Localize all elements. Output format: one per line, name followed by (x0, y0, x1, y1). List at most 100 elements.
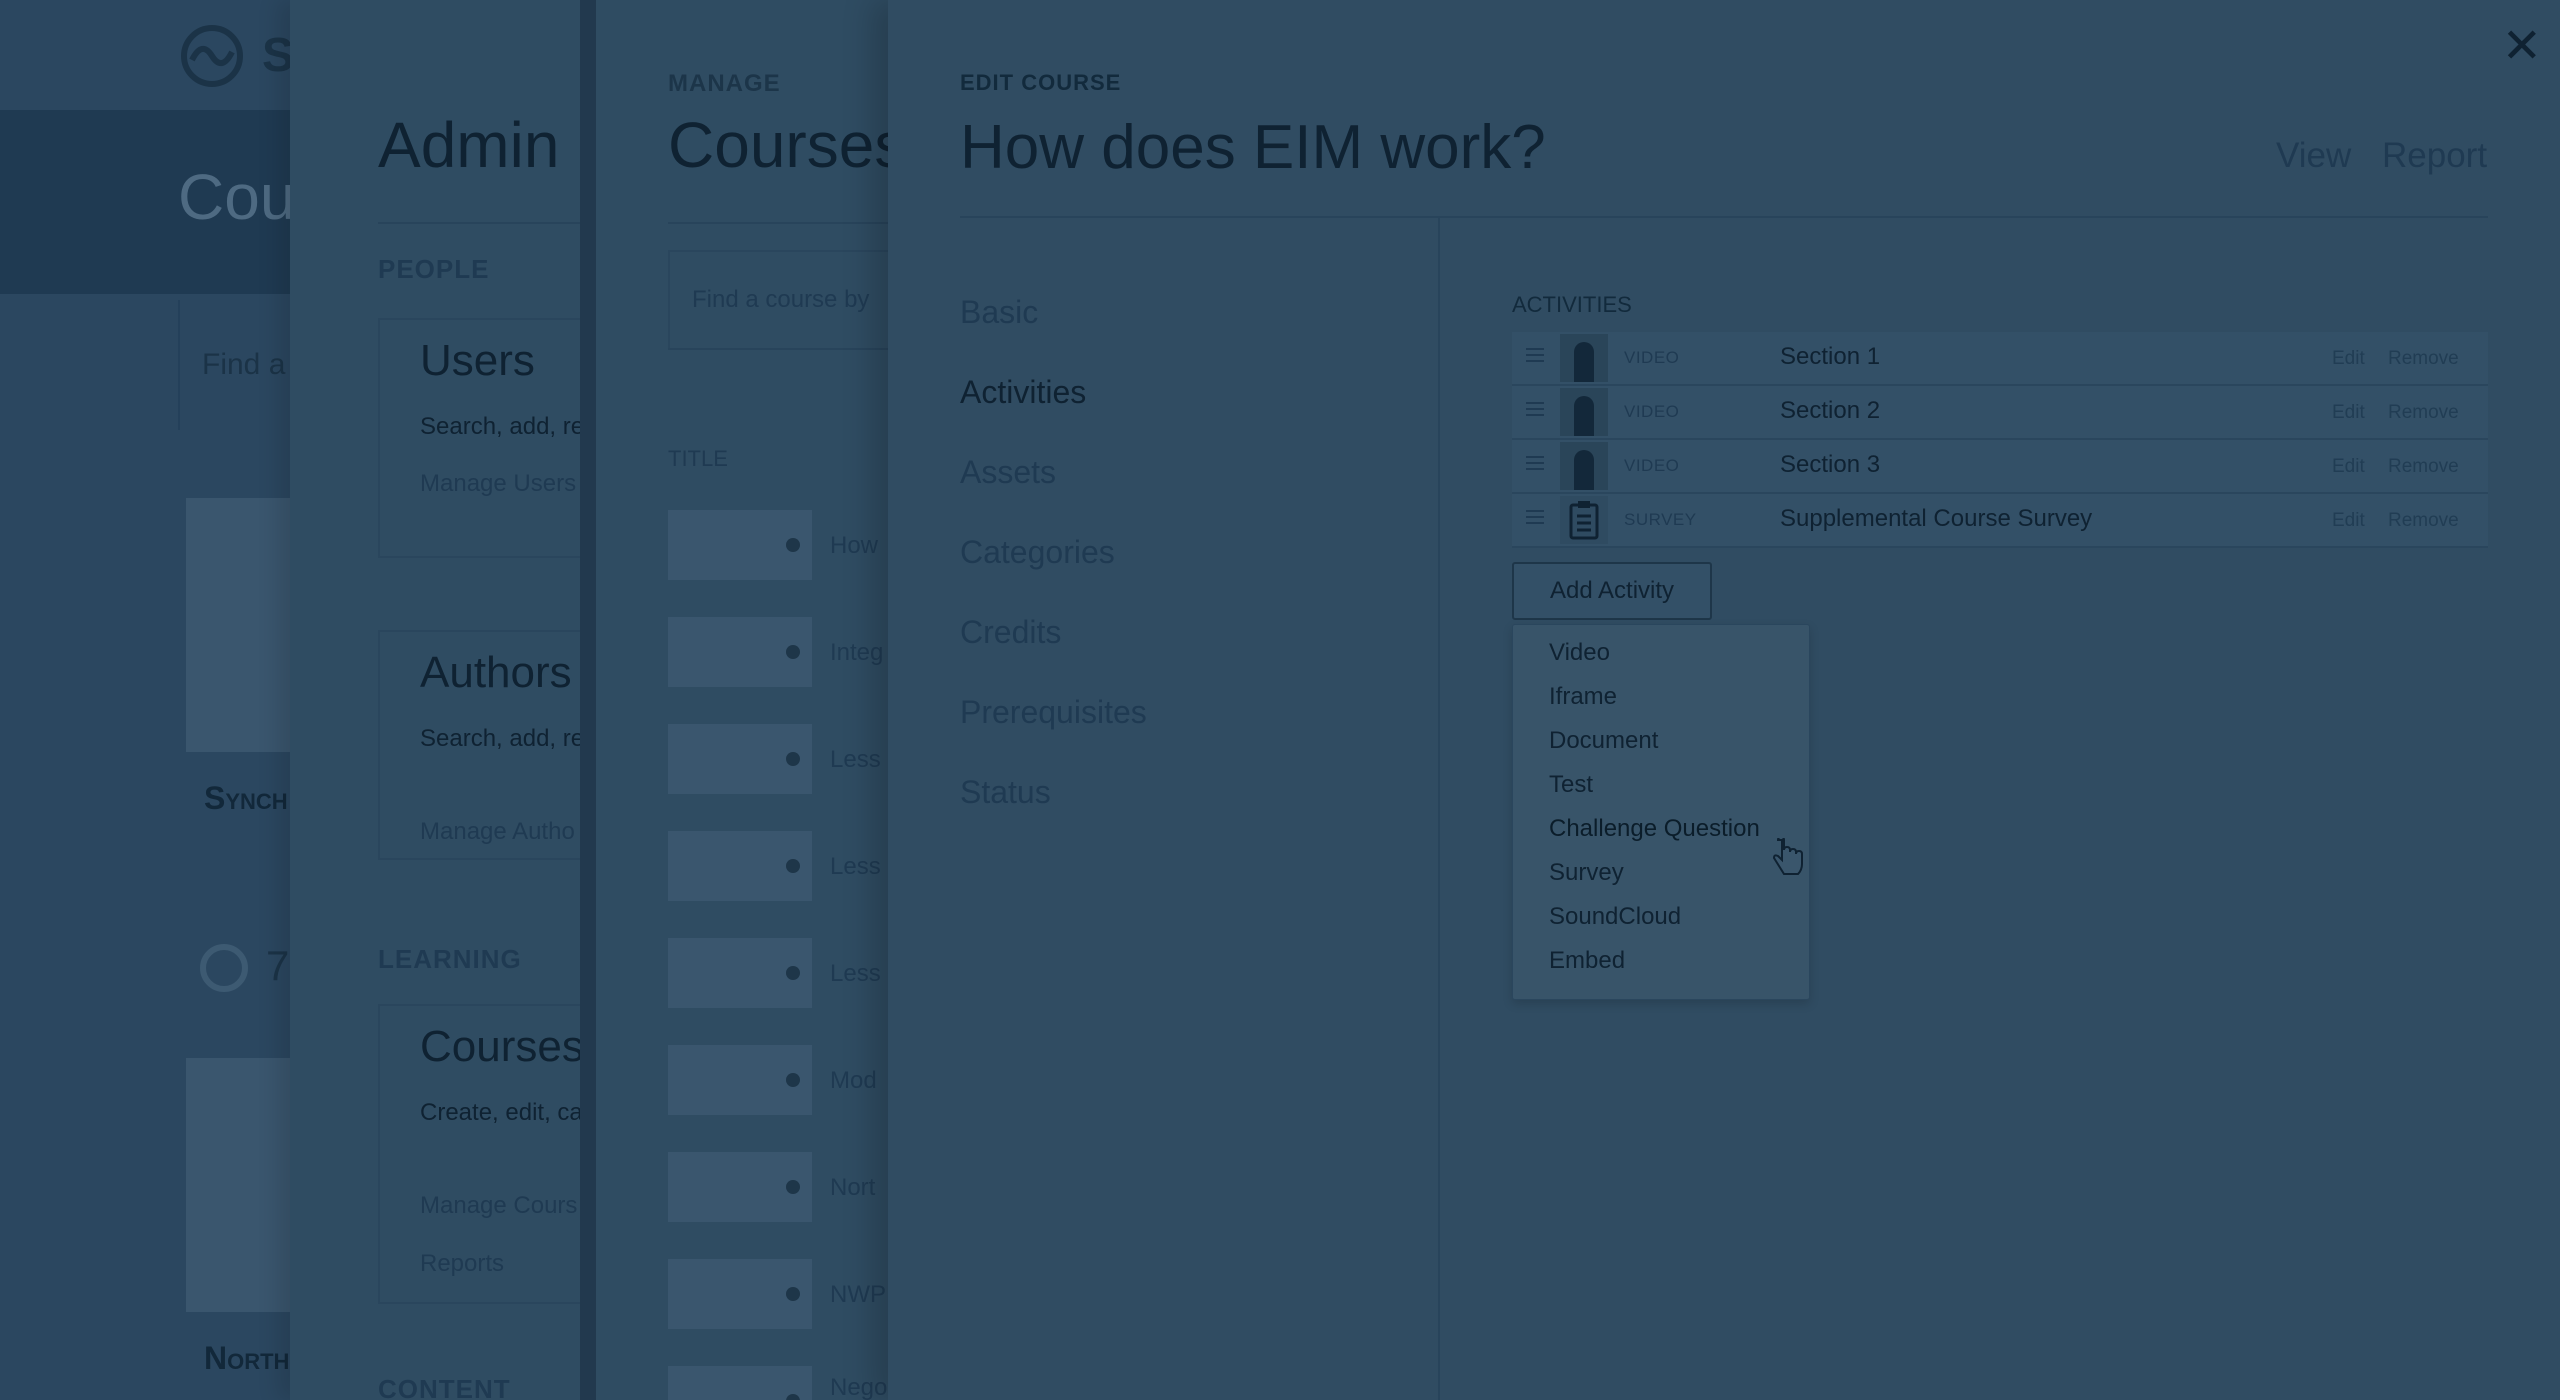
remove-activity-link[interactable]: Remove (2388, 456, 2459, 478)
admin-card-title: Authors (420, 648, 572, 697)
admin-card-desc: Create, edit, ca the Course Libr (420, 1099, 600, 1126)
course-row-title[interactable]: Integ (830, 639, 883, 667)
course-row-title[interactable]: Less (830, 853, 881, 881)
admin-card-desc: Search, add, re (420, 413, 585, 440)
course-title: How does EIM work? (960, 113, 1546, 182)
edit-course-panel: ✕ EDIT COURSE How does EIM work? View Re… (888, 0, 2560, 1400)
remove-activity-link[interactable]: Remove (2388, 402, 2459, 424)
course-thumbnail[interactable] (668, 510, 812, 580)
activity-name: Section 2 (1780, 397, 1881, 424)
course-card-image[interactable] (186, 498, 306, 752)
course-thumbnail[interactable] (668, 724, 812, 794)
nav-item-status[interactable]: Status (960, 774, 1051, 811)
dropdown-option-survey[interactable]: Survey (1549, 859, 1624, 887)
course-row-title[interactable]: Less (830, 746, 881, 774)
nav-item-basic[interactable]: Basic (960, 294, 1038, 331)
panel-eyebrow: MANAGE (668, 70, 781, 97)
nav-item-credits[interactable]: Credits (960, 614, 1061, 651)
edit-activity-link[interactable]: Edit (2332, 348, 2365, 370)
nav-item-assets[interactable]: Assets (960, 454, 1056, 491)
admin-card-desc: Search, add, re information. (420, 725, 600, 752)
admin-card-title: Courses (420, 1022, 584, 1071)
course-thumbnail[interactable] (668, 1045, 812, 1115)
course-thumbnail[interactable] (668, 1152, 812, 1222)
drag-handle-icon[interactable] (1526, 402, 1544, 416)
activity-row[interactable]: VIDEO Section 1 Edit Remove (1512, 332, 2488, 386)
drag-handle-icon[interactable] (1526, 348, 1544, 362)
divider (960, 216, 2488, 218)
course-row-title[interactable]: Nego (830, 1374, 887, 1400)
survey-clipboard-icon (1560, 496, 1608, 544)
activity-name: Section 3 (1780, 451, 1881, 478)
admin-card-title: Users (420, 336, 535, 385)
course-row-title[interactable]: Mod (830, 1067, 877, 1095)
course-thumbnail[interactable] (668, 617, 812, 687)
admin-title: Admin C (378, 109, 600, 181)
drag-handle-icon[interactable] (1526, 510, 1544, 524)
activity-type-dropdown: Video Iframe Document Test Challenge Que… (1512, 624, 1810, 1000)
section-heading-people: PEOPLE (378, 254, 490, 284)
panel-eyebrow: EDIT COURSE (960, 70, 1122, 95)
dropdown-option-video[interactable]: Video (1549, 639, 1610, 667)
view-link[interactable]: View (2276, 136, 2351, 176)
nav-item-activities[interactable]: Activities (960, 374, 1086, 411)
divider (668, 348, 890, 350)
activity-row[interactable]: VIDEO Section 2 Edit Remove (1512, 386, 2488, 440)
activity-type: VIDEO (1624, 348, 1680, 367)
divider (668, 222, 890, 224)
manage-users-link[interactable]: Manage Users (420, 470, 576, 498)
activity-row[interactable]: SURVEY Supplemental Course Survey Edit R… (1512, 494, 2488, 548)
video-thumbnail (1560, 334, 1608, 382)
course-thumbnail[interactable] (668, 1366, 812, 1400)
course-search-placeholder: Find a course by (692, 286, 870, 313)
activity-row[interactable]: VIDEO Section 3 Edit Remove (1512, 440, 2488, 494)
admin-panel: Admin C PEOPLE Users Search, add, re Man… (290, 0, 600, 1400)
course-card-image[interactable] (186, 1058, 306, 1312)
course-row-title[interactable]: Nort (830, 1174, 875, 1202)
dropdown-option-embed[interactable]: Embed (1549, 947, 1625, 975)
section-heading-learning: LEARNING (378, 944, 522, 974)
nav-item-prerequisites[interactable]: Prerequisites (960, 694, 1147, 731)
dropdown-option-soundcloud[interactable]: SoundCloud (1549, 903, 1681, 931)
course-row-title[interactable]: Less (830, 960, 881, 988)
video-thumbnail (1560, 388, 1608, 436)
admin-card-authors: Authors Search, add, re information. Man… (378, 630, 600, 860)
course-thumbnail[interactable] (668, 831, 812, 901)
course-card-title[interactable]: Synch (204, 780, 288, 817)
rating-value: 7 (266, 942, 290, 989)
course-row-title[interactable]: How (830, 532, 878, 560)
edit-activity-link[interactable]: Edit (2332, 510, 2365, 532)
column-header-title: TITLE (668, 446, 728, 471)
course-search-input[interactable]: Find a course by (668, 250, 890, 350)
activity-name: Section 1 (1780, 343, 1881, 370)
edit-activity-link[interactable]: Edit (2332, 456, 2365, 478)
dropdown-option-test[interactable]: Test (1549, 771, 1593, 799)
manage-authors-link[interactable]: Manage Autho (420, 818, 575, 846)
activity-type: VIDEO (1624, 402, 1680, 421)
rating-ring-icon (200, 944, 248, 992)
course-row-title[interactable]: NWP (830, 1281, 886, 1309)
reports-link[interactable]: Reports (420, 1250, 504, 1278)
admin-card-courses: Courses Create, edit, ca the Course Libr… (378, 1004, 600, 1304)
remove-activity-link[interactable]: Remove (2388, 510, 2459, 532)
dropdown-option-iframe[interactable]: Iframe (1549, 683, 1617, 711)
logo-icon (181, 25, 243, 87)
dropdown-option-document[interactable]: Document (1549, 727, 1658, 755)
drag-handle-icon[interactable] (1526, 456, 1544, 470)
activity-type: VIDEO (1624, 456, 1680, 475)
admin-card-users: Users Search, add, re Manage Users (378, 318, 600, 558)
report-link[interactable]: Report (2382, 136, 2487, 176)
edit-activity-link[interactable]: Edit (2332, 402, 2365, 424)
add-activity-button[interactable]: Add Activity (1512, 562, 1712, 620)
course-thumbnail[interactable] (668, 1259, 812, 1329)
dropdown-option-challenge-question[interactable]: Challenge Question (1549, 815, 1760, 843)
activity-type: SURVEY (1624, 510, 1697, 529)
nav-item-categories[interactable]: Categories (960, 534, 1115, 571)
course-thumbnail[interactable] (668, 938, 812, 1008)
manage-courses-link[interactable]: Manage Cours (420, 1192, 577, 1220)
base-search-placeholder: Find a (202, 348, 286, 381)
video-thumbnail (1560, 442, 1608, 490)
remove-activity-link[interactable]: Remove (2388, 348, 2459, 370)
section-heading-content: CONTENT (378, 1374, 511, 1400)
close-icon[interactable]: ✕ (2502, 18, 2542, 74)
